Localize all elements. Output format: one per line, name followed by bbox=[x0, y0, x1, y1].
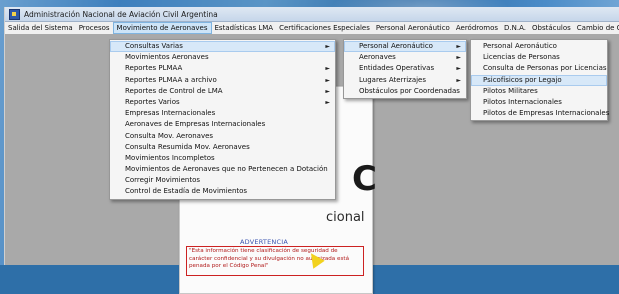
personal-item-licencias-de-personas[interactable]: Licencias de Personas bbox=[471, 52, 607, 63]
menu-item-label: Consulta Mov. Aeronaves bbox=[125, 131, 214, 140]
chevron-right-icon: ► bbox=[456, 76, 461, 84]
menubar-item-aerodromos[interactable]: Aeródromos bbox=[453, 22, 501, 34]
movimiento-item-empresas-internacionales[interactable]: Empresas Internacionales bbox=[110, 108, 335, 119]
menubar-item-procesos[interactable]: Procesos bbox=[76, 22, 113, 34]
menu-item-label: Reportes PLMAA bbox=[125, 64, 183, 73]
menu-item-label: Consulta de Personas por Licencias bbox=[483, 64, 607, 73]
personal-item-consulta-de-personas-por-licencias[interactable]: Consulta de Personas por Licencias bbox=[471, 63, 607, 74]
menu-item-label: Entidades Operativas bbox=[359, 64, 435, 73]
movimiento-item-movimientos-aeronaves[interactable]: Movimientos Aeronaves bbox=[110, 52, 335, 63]
menu-item-label: Empresas Internacionales bbox=[125, 109, 216, 118]
movimiento-item-reportes-de-control-de-lma[interactable]: Reportes de Control de LMA ► bbox=[110, 86, 335, 97]
document-heading-fragment: C bbox=[352, 159, 377, 199]
submenu-personal-aeronautico: Personal Aeronáutico Licencias de Persona… bbox=[470, 39, 610, 122]
menu-item-label: Reportes PLMAA a archivo bbox=[125, 75, 217, 84]
movimiento-item-control-de-estadia-de-movimientos[interactable]: Control de Estadía de Movimientos bbox=[110, 186, 335, 197]
menubar-item-d-n-a[interactable]: D.N.A. bbox=[501, 22, 529, 34]
menu-item-label: Personal Aeronáutico bbox=[483, 42, 557, 50]
movimiento-item-consulta-resumida-mov-aeronaves[interactable]: Consulta Resumida Mov. Aeronaves bbox=[110, 142, 335, 153]
personal-item-personal-aeronautico[interactable]: Personal Aeronáutico bbox=[471, 41, 607, 52]
chevron-right-icon: ► bbox=[456, 65, 461, 73]
menu-item-label: Reportes de Control de LMA bbox=[125, 86, 223, 95]
personal-item-pilotos-de-empresas-internacionales[interactable]: Pilotos de Empresas Internacionales bbox=[471, 108, 610, 119]
consultas-item-personal-aeronautico[interactable]: Personal Aeronáutico ► bbox=[344, 41, 466, 53]
warning-title: ADVERTENCIA bbox=[240, 238, 288, 246]
menu-item-label: Obstáculos por Coordenadas bbox=[359, 86, 460, 95]
movimiento-item-aeronaves-de-empresas-internacionales[interactable]: Aeronaves de Empresas Internacionales bbox=[110, 119, 335, 130]
menu-item-label: Movimientos de Aeronaves que no Pertenec… bbox=[125, 165, 328, 174]
chevron-right-icon: ► bbox=[325, 65, 330, 73]
movimiento-item-reportes-varios[interactable]: Reportes Varios ► bbox=[110, 97, 335, 108]
menu-item-label: Aeronaves bbox=[359, 53, 396, 62]
movimiento-item-reportes-plmaa[interactable]: Reportes PLMAA ► bbox=[110, 63, 335, 74]
movimiento-item-consulta-mov-aeronaves[interactable]: Consulta Mov. Aeronaves bbox=[110, 131, 335, 142]
menubar-item-movimiento-de-aeronaves[interactable]: Movimiento de Aeronaves bbox=[112, 22, 212, 34]
window-title: Administración Nacional de Aviación Civi… bbox=[24, 9, 218, 19]
chevron-right-icon: ► bbox=[456, 43, 461, 50]
menu-item-label: Movimientos Aeronaves bbox=[125, 53, 209, 62]
movimiento-item-reportes-plmaa-a-archivo[interactable]: Reportes PLMAA a archivo ► bbox=[110, 75, 335, 86]
chevron-right-icon: ► bbox=[456, 54, 461, 62]
chevron-right-icon: ► bbox=[325, 98, 330, 106]
menu-item-label: Psicofísicos por Legajo bbox=[483, 75, 562, 84]
menubar-item-certificaciones-especiales[interactable]: Certificaciones Especiales bbox=[276, 22, 373, 34]
movimiento-item-movimientos-de-aeronaves-que-no-pertenecen-a-dotacion[interactable]: Movimientos de Aeronaves que no Pertenec… bbox=[110, 164, 335, 175]
menu-item-label: Consultas Varias bbox=[125, 42, 183, 50]
menu-item-label: Movimientos Incompletos bbox=[125, 153, 215, 162]
menu-item-label: Lugares Aterrizajes bbox=[359, 75, 427, 84]
menubar-item-salida-del-sistema[interactable]: Salida del Sistema bbox=[5, 22, 76, 34]
consultas-item-entidades-operativas[interactable]: Entidades Operativas ► bbox=[344, 63, 466, 74]
submenu-consultas-varias: Personal Aeronáutico ► Aeronaves ► Entidades… bbox=[343, 39, 467, 99]
consultas-item-obstaculos-por-coordenadas[interactable]: Obstáculos por Coordenadas bbox=[344, 86, 466, 97]
document-subtitle-fragment: cional bbox=[326, 210, 365, 225]
app-logo-icon bbox=[9, 8, 20, 20]
title-bar: Administración Nacional de Aviación Civi… bbox=[5, 7, 619, 22]
personal-item-pilotos-militares[interactable]: Pilotos Militares bbox=[471, 86, 607, 97]
menu-item-label: Pilotos Internacionales bbox=[483, 97, 562, 106]
menubar-item-cambio-de-clave[interactable]: Cambio de Clave bbox=[574, 22, 619, 34]
menu-item-label: Aeronaves de Empresas Internacionales bbox=[125, 120, 266, 129]
menu-item-label: Licencias de Personas bbox=[483, 53, 560, 62]
chevron-right-icon: ► bbox=[325, 87, 330, 95]
menu-item-label: Corregir Movimientos bbox=[125, 176, 201, 185]
menubar-item-obstaculos[interactable]: Obstáculos bbox=[529, 22, 574, 34]
menu-item-label: Pilotos de Empresas Internacionales bbox=[483, 109, 610, 118]
consultas-item-aeronaves[interactable]: Aeronaves ► bbox=[344, 52, 466, 63]
menu-item-label: Personal Aeronáutico bbox=[359, 42, 433, 50]
warning-box: "Esta información tiene clasificación de… bbox=[186, 246, 364, 276]
menu-item-label: Reportes Varios bbox=[125, 97, 180, 106]
menubar-item-personal-aeronautico[interactable]: Personal Aeronáutico bbox=[373, 22, 453, 34]
movimiento-item-corregir-movimientos[interactable]: Corregir Movimientos bbox=[110, 175, 335, 186]
menu-item-label: Control de Estadía de Movimientos bbox=[125, 187, 248, 196]
personal-item-pilotos-internacionales[interactable]: Pilotos Internacionales bbox=[471, 97, 607, 108]
chevron-right-icon: ► bbox=[325, 43, 330, 50]
personal-item-psicofisicos-por-legajo[interactable]: Psicofísicos por Legajo bbox=[471, 74, 607, 86]
movimiento-item-movimientos-incompletos[interactable]: Movimientos Incompletos bbox=[110, 153, 335, 164]
consultas-item-lugares-aterrizajes[interactable]: Lugares Aterrizajes ► bbox=[344, 75, 466, 86]
menubar-item-estadisticas-lma[interactable]: Estadísticas LMA bbox=[212, 22, 277, 34]
menu-item-label: Pilotos Militares bbox=[483, 86, 538, 95]
movimiento-item-consultas-varias[interactable]: Consultas Varias ► bbox=[110, 41, 335, 53]
menu-item-label: Consulta Resumida Mov. Aeronaves bbox=[125, 142, 250, 151]
chevron-right-icon: ► bbox=[325, 76, 330, 84]
menu-movimiento-aeronaves: Consultas Varias ► Movimientos Aeronaves Re… bbox=[109, 39, 336, 200]
